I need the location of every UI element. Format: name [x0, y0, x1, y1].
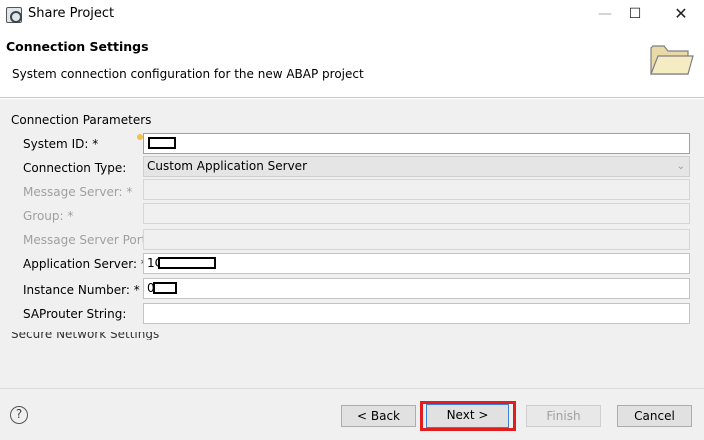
message-server-label: Message Server: *: [23, 185, 133, 199]
window-title: Share Project: [28, 6, 115, 21]
redacted-value: [148, 137, 176, 149]
application-server-input[interactable]: 1C: [143, 253, 690, 274]
group-input[interactable]: [143, 203, 690, 224]
group-secure-network-settings: Secure Network Settings: [11, 332, 160, 340]
folder-icon: [650, 45, 694, 75]
close-button[interactable]: ✕: [666, 3, 696, 27]
page-title: Connection Settings: [6, 39, 149, 54]
redacted-value: [158, 257, 216, 269]
saprouter-string-input[interactable]: [143, 303, 690, 324]
group-label: Group: *: [23, 209, 74, 223]
group-connection-parameters: Connection Parameters: [11, 113, 152, 127]
help-icon[interactable]: ?: [10, 406, 28, 424]
maximize-button[interactable]: ☐: [620, 3, 650, 27]
title-bar: Share Project — ☐ ✕: [0, 0, 704, 31]
message-server-port-input[interactable]: [143, 229, 690, 250]
cancel-button[interactable]: Cancel: [617, 405, 692, 427]
highlight-box: [420, 401, 516, 431]
back-button[interactable]: < Back: [341, 405, 416, 427]
system-id-input[interactable]: [143, 133, 690, 154]
message-server-input[interactable]: [143, 179, 690, 200]
eclipse-app-icon: [6, 7, 22, 23]
instance-number-input[interactable]: 0: [143, 278, 690, 299]
chevron-down-icon: ⌄: [676, 161, 685, 172]
application-server-label: Application Server: *: [23, 257, 147, 271]
wizard-content: Connection Parameters System ID: * Conne…: [0, 99, 704, 388]
finish-button[interactable]: Finish: [526, 405, 601, 427]
instance-number-label: Instance Number: *: [23, 283, 140, 297]
connection-type-select[interactable]: Custom Application Server ⌄: [143, 156, 690, 177]
connection-type-label: Connection Type:: [23, 161, 127, 175]
redacted-value: [153, 282, 177, 294]
page-description: System connection configuration for the …: [12, 67, 364, 81]
wizard-header: Connection Settings System connection co…: [0, 31, 704, 98]
message-server-port-label: Message Server Port:: [23, 233, 151, 247]
minimize-button[interactable]: —: [590, 3, 620, 27]
saprouter-string-label: SAProuter String:: [23, 307, 127, 321]
button-bar: ? < Back Next > Finish Cancel: [0, 388, 704, 440]
system-id-label: System ID: *: [23, 137, 99, 151]
